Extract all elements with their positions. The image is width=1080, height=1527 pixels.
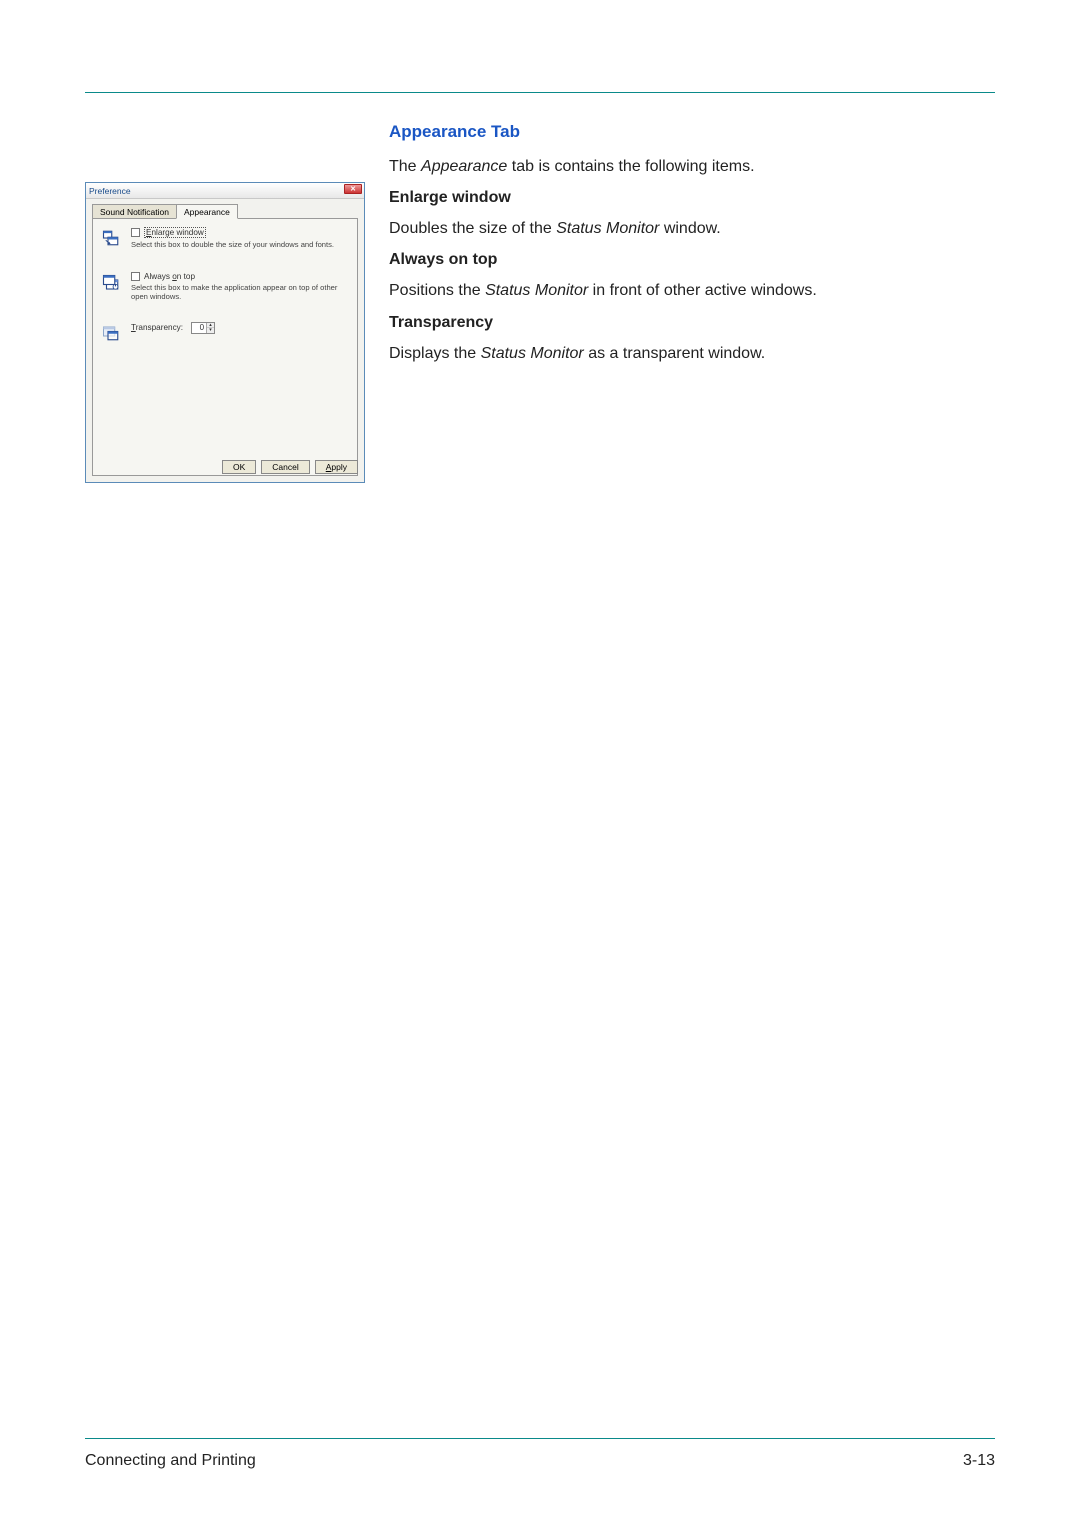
always-on-top-icon bbox=[102, 274, 120, 297]
item-desc-ontop: Positions the Status Monitor in front of… bbox=[389, 279, 995, 302]
section-heading: Appearance Tab bbox=[389, 120, 995, 145]
item-title-transparency: Transparency bbox=[389, 311, 995, 334]
apply-button[interactable]: Apply bbox=[315, 460, 358, 474]
transparency-label: Transparency: bbox=[131, 323, 183, 332]
footer-right: 3-13 bbox=[963, 1452, 995, 1470]
always-on-top-checkbox[interactable] bbox=[131, 272, 140, 281]
tab-appearance[interactable]: Appearance bbox=[176, 204, 238, 219]
item-desc-enlarge: Doubles the size of the Status Monitor w… bbox=[389, 217, 995, 240]
spinner-down-icon[interactable]: ▾ bbox=[207, 328, 214, 333]
close-button[interactable]: ✕ bbox=[344, 184, 362, 194]
window-title: Preference bbox=[89, 186, 131, 196]
always-on-top-desc: Select this box to make the application … bbox=[131, 283, 349, 302]
enlarge-window-checkbox[interactable] bbox=[131, 228, 140, 237]
doc-text: Appearance Tab The Appearance tab is con… bbox=[389, 120, 995, 483]
header-rule bbox=[85, 92, 995, 93]
enlarge-window-desc: Select this box to double the size of yo… bbox=[131, 240, 349, 249]
transparency-spinner[interactable]: 0 ▴ ▾ bbox=[191, 322, 215, 334]
intro-line: The Appearance tab is contains the follo… bbox=[389, 155, 995, 178]
option-transparency: Transparency: 0 ▴ ▾ bbox=[101, 322, 349, 347]
item-title-enlarge: Enlarge window bbox=[389, 186, 995, 209]
ok-button[interactable]: OK bbox=[222, 460, 256, 474]
enlarge-window-icon bbox=[102, 229, 120, 252]
preference-dialog: Preference ✕ Sound Notification Appearan… bbox=[85, 182, 365, 483]
enlarge-window-label[interactable]: Enlarge window bbox=[144, 227, 206, 238]
dialog-button-row: OK Cancel Apply bbox=[222, 460, 358, 474]
close-icon: ✕ bbox=[350, 186, 356, 193]
tab-panel: Enlarge window Select this box to double… bbox=[92, 218, 358, 476]
option-enlarge-window: Enlarge window Select this box to double… bbox=[101, 227, 349, 252]
footer-rule bbox=[85, 1438, 995, 1439]
item-desc-transparency: Displays the Status Monitor as a transpa… bbox=[389, 342, 995, 365]
always-on-top-label[interactable]: Always on top bbox=[144, 272, 195, 281]
cancel-button[interactable]: Cancel bbox=[261, 460, 309, 474]
transparency-value[interactable]: 0 bbox=[192, 323, 206, 332]
tab-sound-notification[interactable]: Sound Notification bbox=[92, 204, 177, 219]
option-always-on-top: Always on top Select this box to make th… bbox=[101, 272, 349, 302]
titlebar: Preference ✕ bbox=[86, 183, 364, 199]
item-title-ontop: Always on top bbox=[389, 248, 995, 271]
transparency-icon bbox=[102, 324, 120, 347]
footer-left: Connecting and Printing bbox=[85, 1452, 256, 1470]
tab-row: Sound Notification Appearance bbox=[92, 203, 358, 218]
